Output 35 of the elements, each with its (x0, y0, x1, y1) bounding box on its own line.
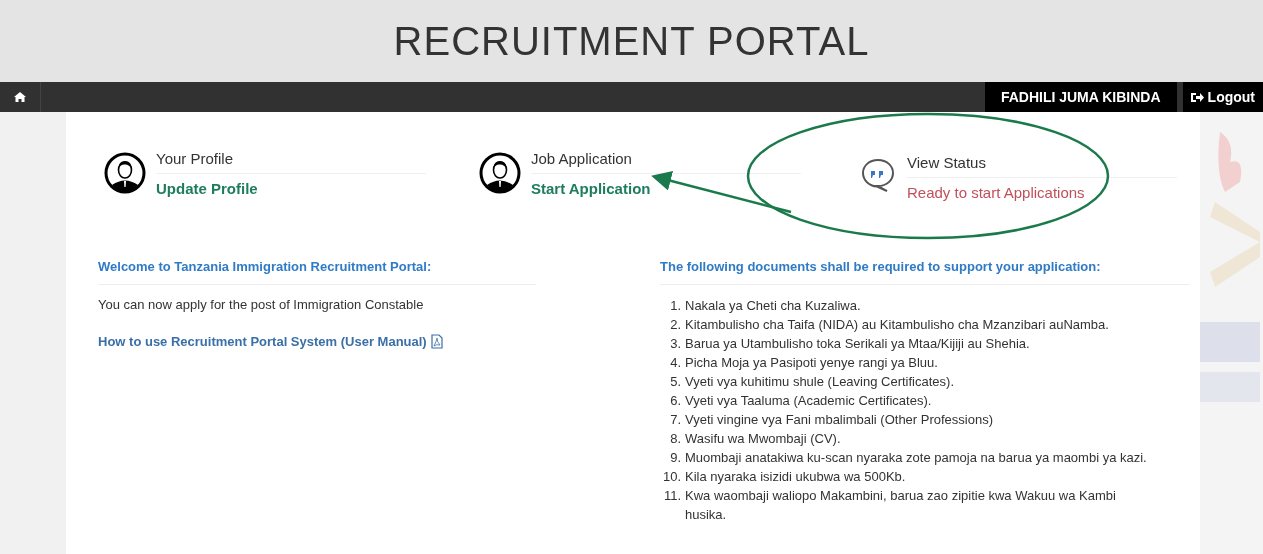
manual-link[interactable]: How to use Recruitment Portal System (User Manual) (98, 334, 427, 349)
list-number: 5. (669, 373, 681, 391)
section-heading: The following documents shall be required to support your application: (660, 259, 1190, 285)
list-item-text: Vyeti vingine vya Fani mbalimbali (Other Professions) (685, 411, 995, 429)
logout-button[interactable]: Logout (1182, 82, 1263, 112)
card-title: Your Profile (156, 150, 426, 174)
list-item-text: Picha Moja ya Pasipoti yenye rangi ya Bluu. (685, 354, 939, 372)
portal-title: RECRUITMENT PORTAL (393, 18, 870, 64)
list-number: 11. (662, 487, 681, 505)
list-item-text: Nakala ya Cheti cha Kuzaliwa. (685, 297, 862, 315)
card-title: Job Application (531, 150, 801, 174)
list-number: 2. (669, 316, 681, 334)
user-name: FADHILI JUMA KIBINDA (984, 82, 1177, 112)
list-item-text: Vyeti vya Taaluma (Academic Certificates). (685, 392, 933, 410)
card-title: View Status (907, 154, 1177, 178)
section-heading: Welcome to Tanzania Immigration Recruitment Portal: (98, 259, 536, 285)
card-link[interactable]: Start Application (531, 174, 801, 197)
list-number: 7. (669, 411, 681, 429)
list-number: 1. (669, 297, 681, 315)
list-item-text: Kwa waombaji waliopo Makambini, barua zao zipitie kwa Wakuu wa Kambi husika. (685, 487, 1117, 524)
list-item-text: Muombaji anatakiwa ku-scan nyaraka zote pamoja na barua ya maombi ya kazi. (685, 449, 1148, 467)
list-item-text: Vyeti vya kuhitimu shule (Leaving Certificates). (685, 373, 956, 391)
list-item-text: Kitambulisho cha Taifa (NIDA) au Kitambulisho cha Mzanzibari auNamba. (685, 316, 1110, 334)
list-item-text: Barua ya Utambulisho toka Serikali ya Mtaa/Kijiji au Shehia. (685, 335, 1031, 353)
list-number: 9. (669, 449, 681, 467)
list-item-text: Wasifu wa Mwombaji (CV). (685, 430, 842, 448)
card-link[interactable]: Update Profile (156, 174, 426, 197)
list-number: 6. (669, 392, 681, 410)
list-number: 3. (669, 335, 681, 353)
list-item-text: Kila nyaraka isizidi ukubwa wa 500Kb. (685, 468, 907, 486)
list-number: 4. (669, 354, 681, 372)
welcome-text: You can now apply for the post of Immigration Constable (98, 297, 425, 312)
list-number: 8. (669, 430, 681, 448)
list-number: 10. (661, 468, 681, 486)
status-text: Ready to start Applications (907, 183, 1086, 201)
